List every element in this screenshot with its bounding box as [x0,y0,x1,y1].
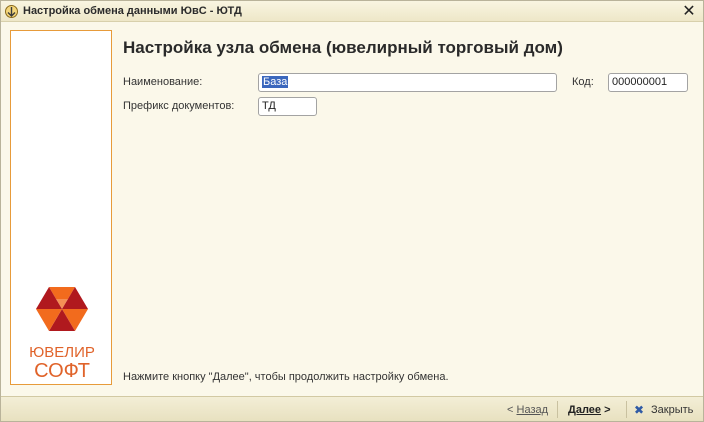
dialog-window: Настройка обмена данными ЮвС - ЮТД ✕ ЮВЕ… [0,0,704,422]
back-button[interactable]: < Назад [507,404,548,416]
window-close-icon[interactable]: ✕ [681,3,697,19]
side-panel: ЮВЕЛИР СОФТ [10,30,112,385]
close-button[interactable]: Закрыть [651,404,693,416]
back-label: Назад [516,404,549,416]
prefix-field[interactable]: ТД [258,97,317,116]
code-label: Код: [572,76,594,88]
separator [626,401,627,418]
close-x-icon: ✖ [634,403,645,417]
title-bar: Настройка обмена данными ЮвС - ЮТД ✕ [1,1,703,22]
name-value: База [262,76,289,88]
yuvelir-soft-logo: ЮВЕЛИР СОФТ [29,287,95,381]
next-button[interactable]: Далее > [568,404,611,416]
prefix-label: Префикс документов: [123,100,235,112]
app-icon [5,5,18,18]
code-field[interactable]: 000000001 [608,73,688,92]
name-label: Наименование: [123,76,203,88]
page-title: Настройка узла обмена (ювелирный торговы… [123,38,563,57]
back-arrow: < [507,404,514,416]
name-field[interactable]: База [258,73,557,92]
window-title: Настройка обмена данными ЮвС - ЮТД [23,5,242,17]
separator [557,401,558,418]
next-arrow: > [604,404,611,416]
hint-text: Нажмите кнопку "Далее", чтобы продолжить… [123,371,449,383]
logo-line1: ЮВЕЛИР [29,344,95,361]
next-label: Далее [568,404,602,416]
button-bar: < Назад Далее > ✖ Закрыть [1,396,703,421]
logo-line2: СОФТ [34,360,90,381]
